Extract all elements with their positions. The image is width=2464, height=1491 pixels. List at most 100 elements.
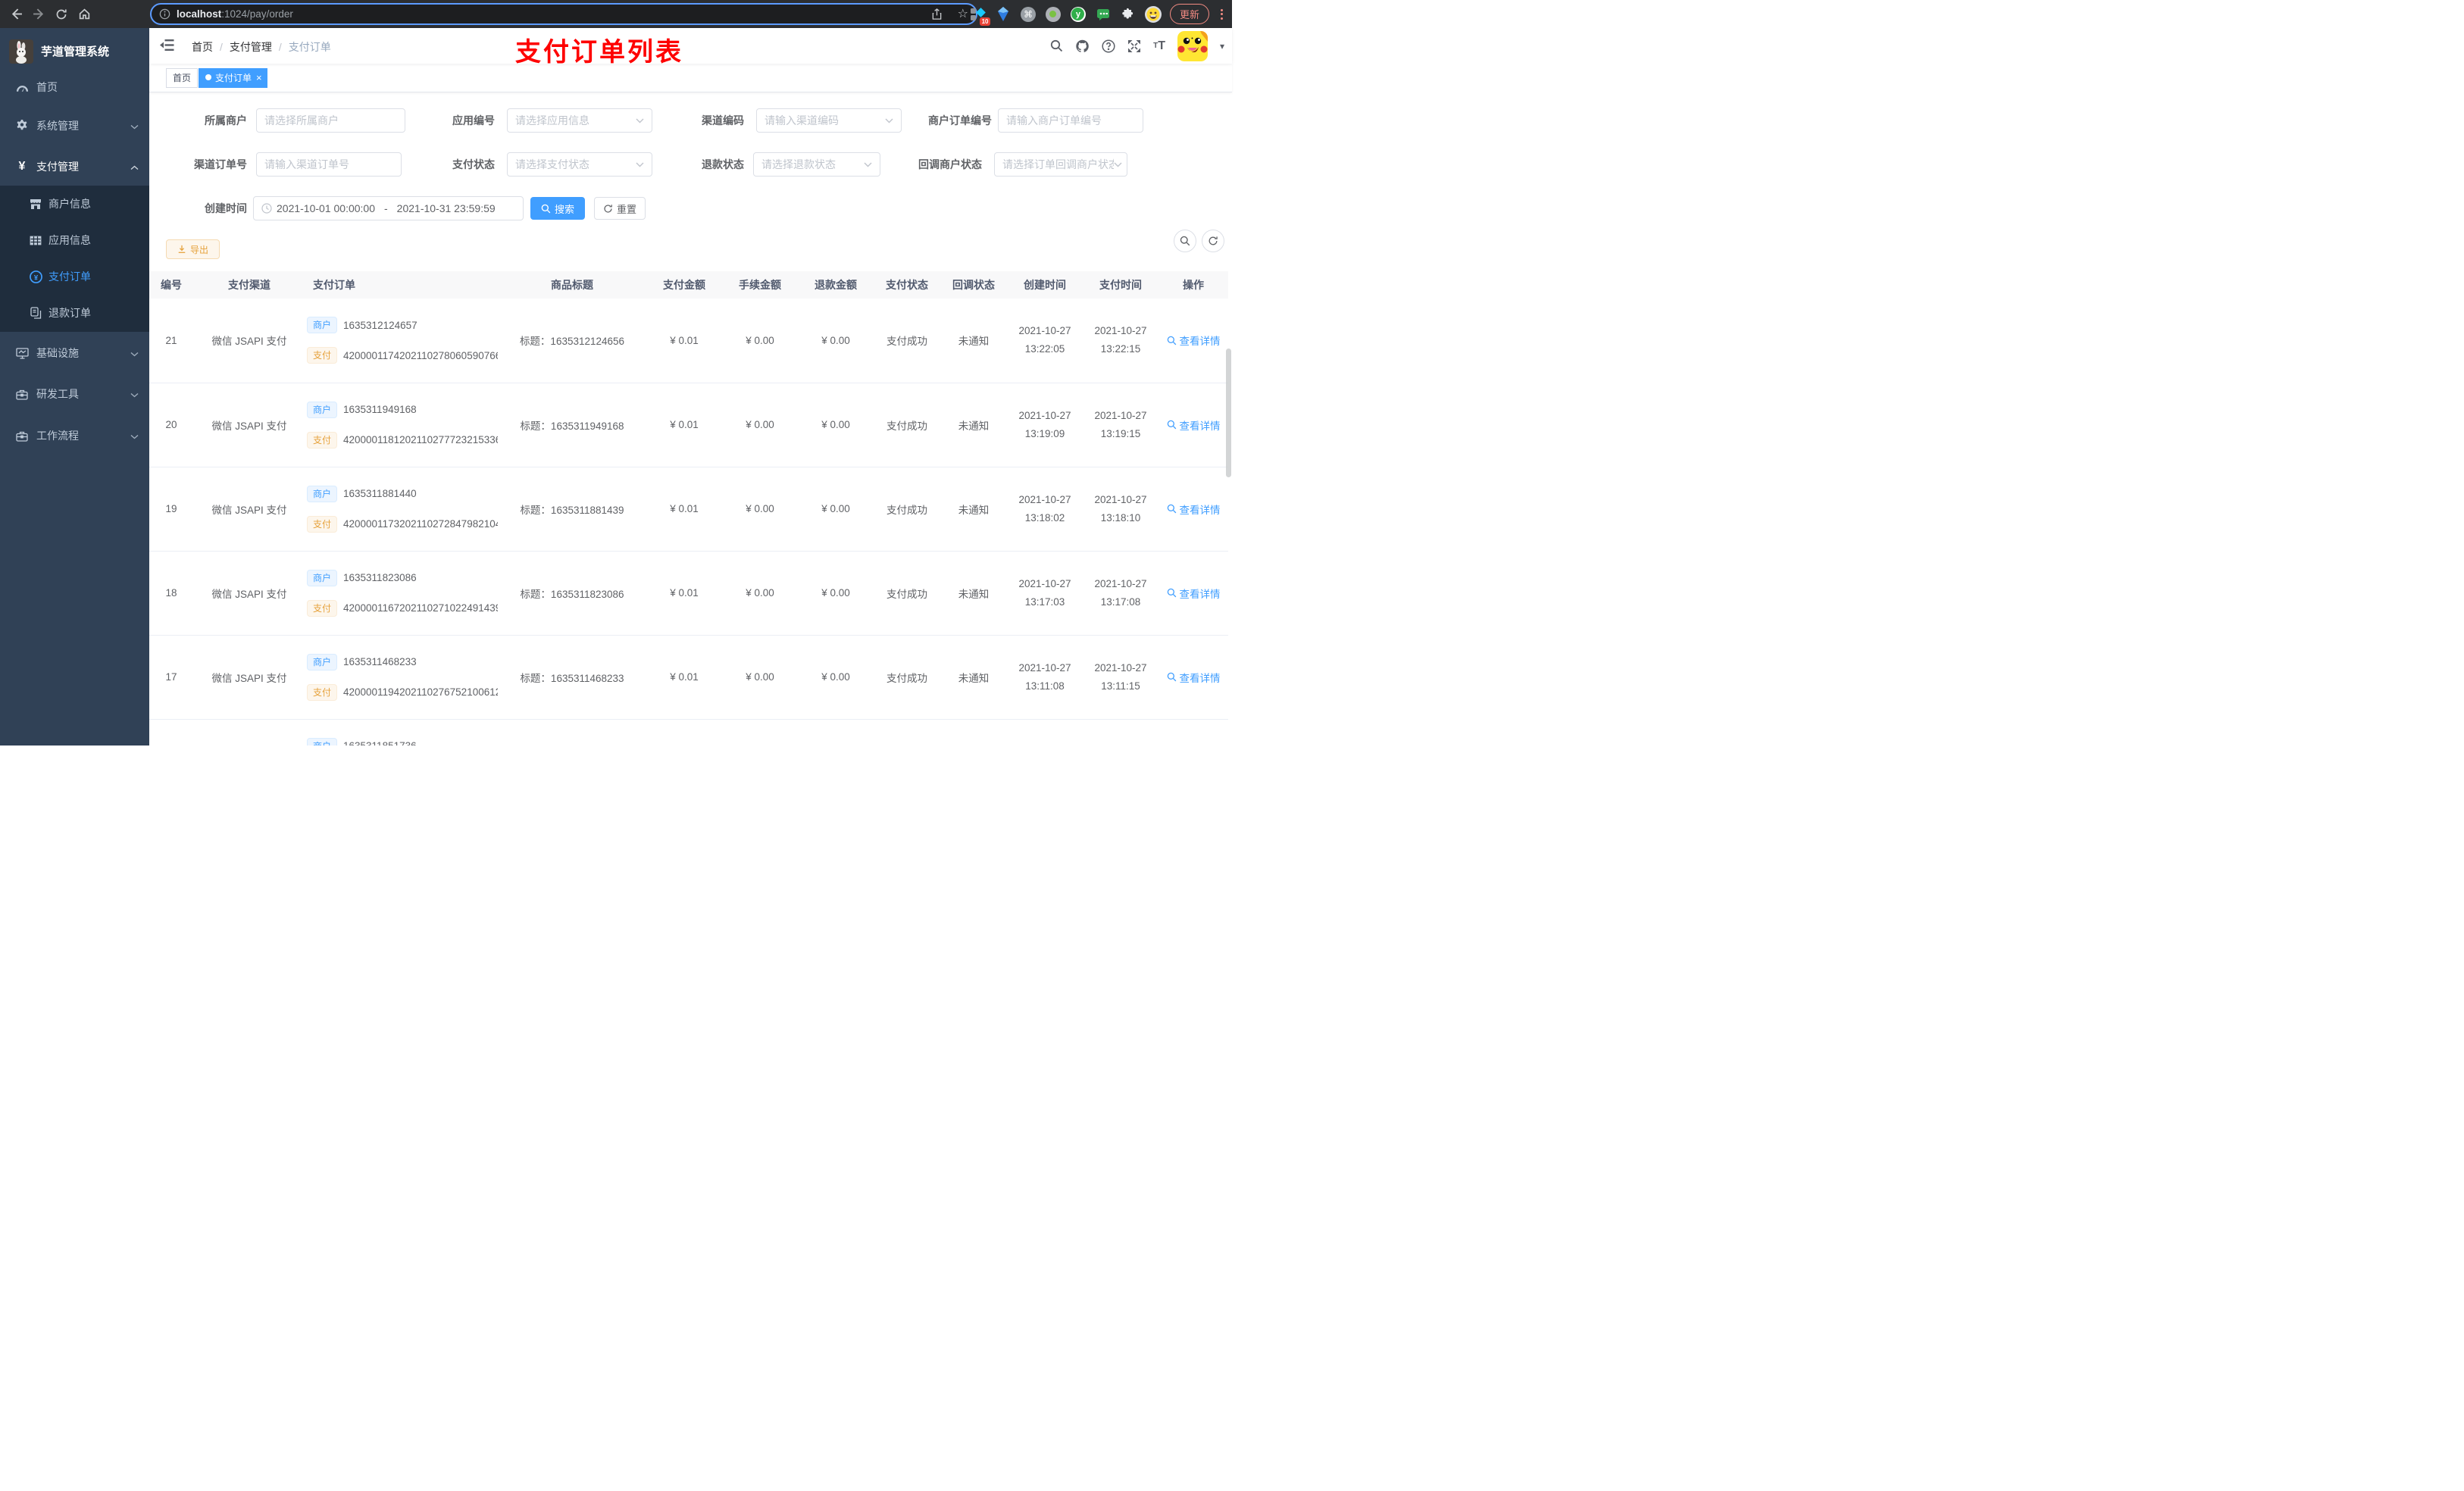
sidebar-item-merchant-info[interactable]: 商户信息 <box>0 186 149 222</box>
view-detail-link[interactable]: 查看详情 <box>1167 502 1221 517</box>
filter-label: 回调商户状态 <box>918 158 982 170</box>
sidebar-collapse-icon[interactable] <box>160 39 174 55</box>
notify-status-select[interactable]: 请选择订单回调商户状态 <box>994 152 1127 177</box>
browser-home-icon[interactable] <box>73 4 95 25</box>
extension-icon[interactable] <box>995 6 1012 23</box>
toolbox-icon <box>15 389 29 400</box>
filter-label: 所属商户 <box>205 114 247 127</box>
url-bar[interactable]: localhost:1024/pay/order ☆ <box>150 3 977 25</box>
create-time-range-input[interactable]: 2021-10-01 00:00:00 - 2021-10-31 23:59:5… <box>253 196 524 220</box>
reset-button[interactable]: 重置 <box>594 197 646 220</box>
sidebar-item-infra[interactable]: 基础设施 <box>0 334 149 372</box>
product-title: 标题：1635311949168 <box>498 383 646 467</box>
sidebar-item-system[interactable]: 系统管理 <box>0 107 149 145</box>
sidebar-item-label: 研发工具 <box>36 388 79 400</box>
help-icon[interactable] <box>1102 39 1115 53</box>
bookmark-star-icon[interactable]: ☆ <box>958 8 968 20</box>
search-icon <box>1167 672 1176 682</box>
browser-forward-icon[interactable] <box>27 4 50 25</box>
font-size-icon[interactable]: TT <box>1153 39 1165 53</box>
fee-amount: ¥ 0.00 <box>722 551 798 636</box>
share-icon[interactable] <box>931 8 943 20</box>
sidebar-item-payment[interactable]: ¥ 支付管理 <box>0 148 149 186</box>
pay-channel: 微信 JSAPI 支付 <box>193 467 305 552</box>
sidebar-item-home[interactable]: 首页 <box>0 68 149 106</box>
refresh-table-button[interactable] <box>1202 230 1224 252</box>
sidebar-item-devtools[interactable]: 研发工具 <box>0 375 149 413</box>
table-row: 商户 1635311851736 支付 查看详情 <box>149 719 1228 746</box>
extension-icon[interactable]: 10 <box>970 6 990 26</box>
merchant-order-no: 1635311949168 <box>343 404 417 415</box>
sidebar-item-app-info[interactable]: 应用信息 <box>0 222 149 258</box>
channel-code-select[interactable]: 请输入渠道编码 <box>756 108 902 133</box>
extensions-puzzle-icon[interactable] <box>1120 6 1137 23</box>
order-id <box>149 719 193 746</box>
extension-icon[interactable] <box>1095 6 1112 23</box>
app-logo-row[interactable]: 芋道管理系统 <box>0 28 149 67</box>
tab-pay-order[interactable]: 支付订单 × <box>199 68 267 88</box>
pay-order-cell: 商户 1635311823086 支付 42000011672021102710… <box>305 551 498 636</box>
fee-amount <box>722 719 798 746</box>
pay-tag: 支付 <box>307 515 338 533</box>
refund-status-select[interactable]: 请选择退款状态 <box>753 152 880 177</box>
extension-icon[interactable]: y <box>1070 6 1087 23</box>
extension-icon[interactable] <box>1045 6 1062 23</box>
browser-toolbar: localhost:1024/pay/order ☆ 10 ⌘ y 更新 <box>0 0 1232 28</box>
breadcrumb-pay-mgmt[interactable]: 支付管理 <box>230 39 272 55</box>
actions-cell: 查看详情 <box>1159 467 1228 552</box>
sidebar-item-label: 商户信息 <box>48 198 91 210</box>
tab-home[interactable]: 首页 <box>166 68 199 88</box>
search-icon <box>1167 336 1176 345</box>
product-title <box>498 719 646 746</box>
toggle-search-button[interactable] <box>1174 230 1196 252</box>
site-info-icon[interactable] <box>159 8 170 20</box>
app-select[interactable]: 请选择应用信息 <box>507 108 652 133</box>
col-header: 支付渠道 <box>193 271 305 299</box>
browser-menu-icon[interactable] <box>1218 8 1226 20</box>
pay-time: 2021-10-27 13:18:10 <box>1083 467 1159 552</box>
chevron-down-icon <box>885 118 893 123</box>
view-detail-link[interactable]: 查看详情 <box>1167 670 1221 685</box>
channel-order-no-input[interactable]: 请输入渠道订单号 <box>256 152 402 177</box>
pay-status-select[interactable]: 请选择支付状态 <box>507 152 652 177</box>
avatar-caret-icon[interactable]: ▾ <box>1220 41 1224 52</box>
tab-close-icon[interactable]: × <box>256 72 262 83</box>
view-detail-link[interactable]: 查看详情 <box>1167 417 1221 433</box>
col-header: 支付金额 <box>646 271 722 299</box>
create-time: 2021-10-27 13:22:05 <box>1007 299 1083 383</box>
chevron-down-icon <box>864 162 872 167</box>
merchant-order-no-input[interactable]: 请输入商户订单编号 <box>998 108 1143 133</box>
sidebar-item-refund-order[interactable]: 退款订单 <box>0 295 149 331</box>
view-detail-link[interactable]: 查看详情 <box>1167 333 1221 348</box>
fullscreen-icon[interactable] <box>1127 39 1141 53</box>
sidebar-item-pay-order[interactable]: ¥ 支付订单 <box>0 258 149 295</box>
view-detail-link[interactable]: 查看详情 <box>1167 586 1221 601</box>
browser-back-icon[interactable] <box>5 4 27 25</box>
sidebar-item-label: 基础设施 <box>36 347 79 359</box>
export-button[interactable]: 导出 <box>166 239 220 259</box>
browser-update-button[interactable]: 更新 <box>1169 4 1209 24</box>
merchant-tag: 商户 <box>307 569 338 586</box>
merchant-select-input[interactable]: 请选择所属商户 <box>256 108 405 133</box>
notify-status <box>940 719 1007 746</box>
browser-reload-icon[interactable] <box>50 4 73 25</box>
pay-status: 支付成功 <box>874 635 940 720</box>
sidebar-item-workflow[interactable]: 工作流程 <box>0 417 149 455</box>
pay-time: 2021-10-27 13:22:15 <box>1083 299 1159 383</box>
notify-status: 未通知 <box>940 467 1007 552</box>
page-scrollbar-thumb[interactable] <box>1226 349 1231 477</box>
profile-avatar-icon[interactable] <box>1144 5 1162 23</box>
search-icon[interactable] <box>1050 39 1063 52</box>
breadcrumb-home[interactable]: 首页 <box>192 39 213 55</box>
order-id: 17 <box>149 635 193 720</box>
sidebar-item-label: 退款订单 <box>48 307 91 319</box>
search-button[interactable]: 搜索 <box>530 197 585 220</box>
extension-icon[interactable]: ⌘ <box>1020 6 1037 23</box>
github-icon[interactable] <box>1075 39 1090 53</box>
yen-circle-icon: ¥ <box>29 270 42 283</box>
user-avatar[interactable] <box>1177 30 1208 61</box>
pay-tag: 支付 <box>307 431 338 449</box>
payment-submenu: 商户信息 应用信息 ¥ 支付订单 退款订单 <box>0 186 149 332</box>
pay-order-cell: 商户 1635311949168 支付 42000011812021102777… <box>305 383 498 467</box>
tags-view-bar: 首页 支付订单 × <box>149 64 1232 92</box>
